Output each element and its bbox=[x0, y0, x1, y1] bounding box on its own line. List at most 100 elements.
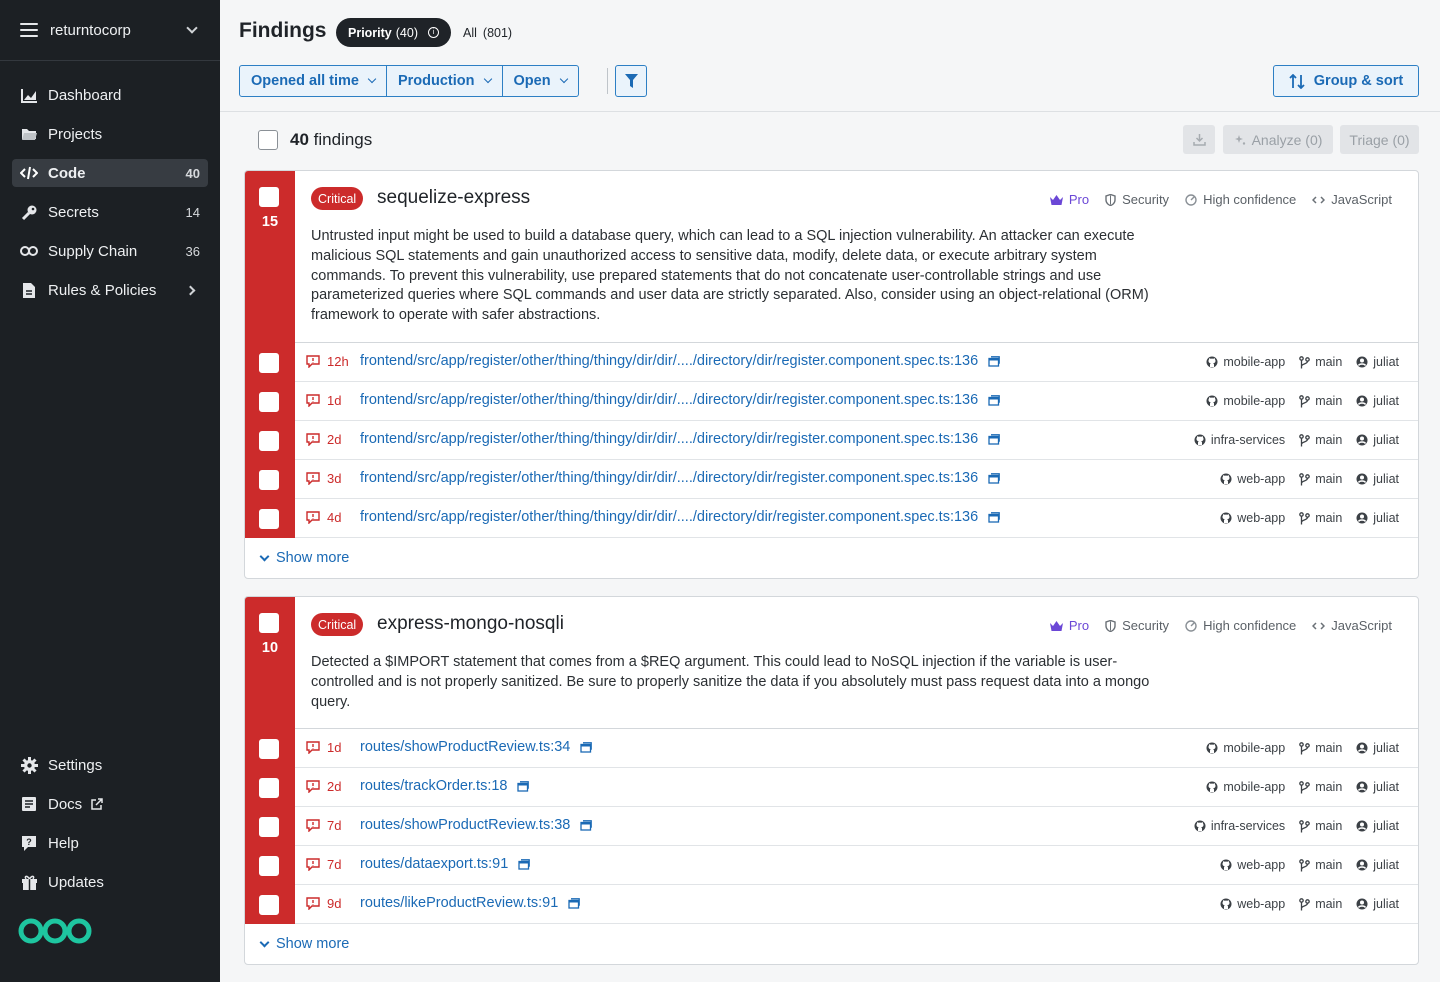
branch: main bbox=[1299, 741, 1342, 755]
finding-row[interactable]: 3d frontend/src/app/register/other/thing/… bbox=[245, 460, 1418, 499]
file-path-text[interactable]: frontend/src/app/register/other/thing/th… bbox=[360, 509, 978, 525]
filter-environment-dropdown[interactable]: Production bbox=[387, 66, 503, 96]
sidebar-item-code[interactable]: Code 40 bbox=[12, 159, 208, 187]
file-path-link[interactable]: frontend/src/app/register/other/thing/th… bbox=[360, 392, 1001, 408]
show-more-button[interactable]: Show more bbox=[259, 550, 349, 566]
file-path-text[interactable]: routes/dataexport.ts:91 bbox=[360, 856, 508, 872]
sidebar-item-updates[interactable]: Updates bbox=[12, 868, 208, 896]
menu-icon[interactable] bbox=[20, 23, 38, 37]
rule-name[interactable]: express-mongo-nosqli bbox=[377, 613, 564, 635]
repo[interactable]: web-app bbox=[1220, 511, 1285, 525]
row-checkbox[interactable] bbox=[259, 509, 279, 529]
finding-checkbox[interactable] bbox=[259, 613, 279, 633]
file-path-text[interactable]: frontend/src/app/register/other/thing/th… bbox=[360, 353, 978, 369]
assignee: juliat bbox=[1356, 741, 1399, 755]
row-checkbox[interactable] bbox=[259, 353, 279, 373]
repo[interactable]: infra-services bbox=[1194, 819, 1285, 833]
file-path-text[interactable]: frontend/src/app/register/other/thing/th… bbox=[360, 470, 978, 486]
tab-all[interactable]: All (801) bbox=[463, 18, 512, 47]
tag-confidence: High confidence bbox=[1185, 192, 1296, 207]
finding-row[interactable]: 7d routes/dataexport.ts:91 web-app main juli… bbox=[245, 846, 1418, 885]
finding-header: 10 Critical express-mongo-nosqli Pro Securit… bbox=[245, 597, 1418, 729]
repo[interactable]: web-app bbox=[1220, 858, 1285, 872]
comment-icon bbox=[306, 394, 320, 407]
filter-status-dropdown[interactable]: Open bbox=[503, 66, 578, 96]
row-checkbox[interactable] bbox=[259, 817, 279, 837]
repo[interactable]: infra-services bbox=[1194, 433, 1285, 447]
group-sort-button[interactable]: Group & sort bbox=[1273, 65, 1419, 97]
file-path-link[interactable]: frontend/src/app/register/other/thing/th… bbox=[360, 431, 1001, 447]
chevron-down-icon bbox=[559, 74, 568, 84]
finding-row[interactable]: 4d frontend/src/app/register/other/thing/… bbox=[245, 499, 1418, 538]
rule-name[interactable]: sequelize-express bbox=[377, 187, 530, 209]
tag-label: Security bbox=[1122, 618, 1170, 633]
tag-label: Security bbox=[1122, 192, 1170, 207]
key-icon bbox=[20, 203, 38, 221]
filter-button[interactable] bbox=[615, 65, 647, 97]
finding-row[interactable]: 9d routes/likeProductReview.ts:91 web-app m… bbox=[245, 885, 1418, 924]
row-checkbox[interactable] bbox=[259, 895, 279, 915]
file-path-text[interactable]: routes/showProductReview.ts:34 bbox=[360, 739, 570, 755]
filter-opened-dropdown[interactable]: Opened all time bbox=[240, 66, 387, 96]
org-switcher[interactable]: returntocorp bbox=[0, 0, 220, 61]
triage-button[interactable]: Triage (0) bbox=[1340, 125, 1419, 154]
finding-row[interactable]: 2d routes/trackOrder.ts:18 mobile-app main j… bbox=[245, 768, 1418, 807]
open-window-icon bbox=[988, 472, 1001, 484]
user-icon bbox=[1356, 434, 1368, 446]
finding-row[interactable]: 1d frontend/src/app/register/other/thing/… bbox=[245, 382, 1418, 421]
finding-row[interactable]: 12h frontend/src/app/register/other/thing… bbox=[245, 343, 1418, 382]
repo[interactable]: mobile-app bbox=[1206, 780, 1285, 794]
repo[interactable]: mobile-app bbox=[1206, 741, 1285, 755]
repo[interactable]: web-app bbox=[1220, 472, 1285, 486]
repo[interactable]: web-app bbox=[1220, 897, 1285, 911]
tab-priority[interactable]: Priority (40) i bbox=[336, 18, 451, 47]
funnel-icon bbox=[624, 74, 638, 88]
confidence-icon bbox=[1185, 193, 1197, 206]
file-path-text[interactable]: routes/showProductReview.ts:38 bbox=[360, 817, 570, 833]
sidebar-item-secrets[interactable]: Secrets 14 bbox=[12, 198, 208, 226]
sidebar-item-dashboard[interactable]: Dashboard bbox=[12, 81, 208, 109]
file-path-link[interactable]: frontend/src/app/register/other/thing/th… bbox=[360, 353, 1001, 369]
external-link-icon bbox=[88, 795, 106, 813]
show-more-button[interactable]: Show more bbox=[259, 936, 349, 952]
sidebar-item-supply-chain[interactable]: Supply Chain 36 bbox=[12, 237, 208, 265]
file-path-link[interactable]: frontend/src/app/register/other/thing/th… bbox=[360, 509, 1001, 525]
download-button[interactable] bbox=[1183, 125, 1215, 154]
file-path-text[interactable]: routes/likeProductReview.ts:91 bbox=[360, 895, 558, 911]
sidebar-item-help[interactable]: ? Help bbox=[12, 829, 208, 857]
semgrep-logo[interactable] bbox=[18, 916, 92, 949]
select-all-checkbox[interactable] bbox=[258, 130, 278, 150]
branch: main bbox=[1299, 819, 1342, 833]
row-checkbox[interactable] bbox=[259, 778, 279, 798]
sidebar-item-settings[interactable]: Settings bbox=[12, 751, 208, 779]
row-checkbox[interactable] bbox=[259, 431, 279, 451]
group-sort-label: Group & sort bbox=[1313, 73, 1404, 89]
file-path-text[interactable]: frontend/src/app/register/other/thing/th… bbox=[360, 392, 978, 408]
row-checkbox[interactable] bbox=[259, 856, 279, 876]
file-path-link[interactable]: routes/showProductReview.ts:34 bbox=[360, 739, 593, 755]
file-path-text[interactable]: frontend/src/app/register/other/thing/th… bbox=[360, 431, 978, 447]
file-path-link[interactable]: routes/trackOrder.ts:18 bbox=[360, 778, 530, 794]
sidebar-item-docs[interactable]: Docs bbox=[12, 790, 208, 818]
repo-name: mobile-app bbox=[1223, 780, 1286, 794]
finding-row[interactable]: 7d routes/showProductReview.ts:38 infra-se… bbox=[245, 807, 1418, 846]
repo[interactable]: mobile-app bbox=[1206, 355, 1285, 369]
file-path-link[interactable]: routes/likeProductReview.ts:91 bbox=[360, 895, 581, 911]
row-checkbox[interactable] bbox=[259, 392, 279, 412]
sidebar-item-projects[interactable]: Projects bbox=[12, 120, 208, 148]
file-path-text[interactable]: routes/trackOrder.ts:18 bbox=[360, 778, 507, 794]
chevron-down-icon bbox=[259, 551, 270, 561]
row-checkbox[interactable] bbox=[259, 470, 279, 490]
row-checkbox[interactable] bbox=[259, 739, 279, 759]
finding-checkbox[interactable] bbox=[259, 187, 279, 207]
tab-all-label: All bbox=[463, 25, 477, 40]
sidebar-item-rules-policies[interactable]: Rules & Policies bbox=[12, 276, 208, 304]
repo[interactable]: mobile-app bbox=[1206, 394, 1285, 408]
analyze-button[interactable]: Analyze (0) bbox=[1223, 125, 1333, 154]
file-path-link[interactable]: frontend/src/app/register/other/thing/th… bbox=[360, 470, 1001, 486]
finding-row[interactable]: 1d routes/showProductReview.ts:34 mobile-a… bbox=[245, 729, 1418, 768]
finding-row[interactable]: 2d frontend/src/app/register/other/thing/… bbox=[245, 421, 1418, 460]
file-path-link[interactable]: routes/dataexport.ts:91 bbox=[360, 856, 531, 872]
file-path-link[interactable]: routes/showProductReview.ts:38 bbox=[360, 817, 593, 833]
info-icon[interactable]: i bbox=[428, 27, 439, 38]
